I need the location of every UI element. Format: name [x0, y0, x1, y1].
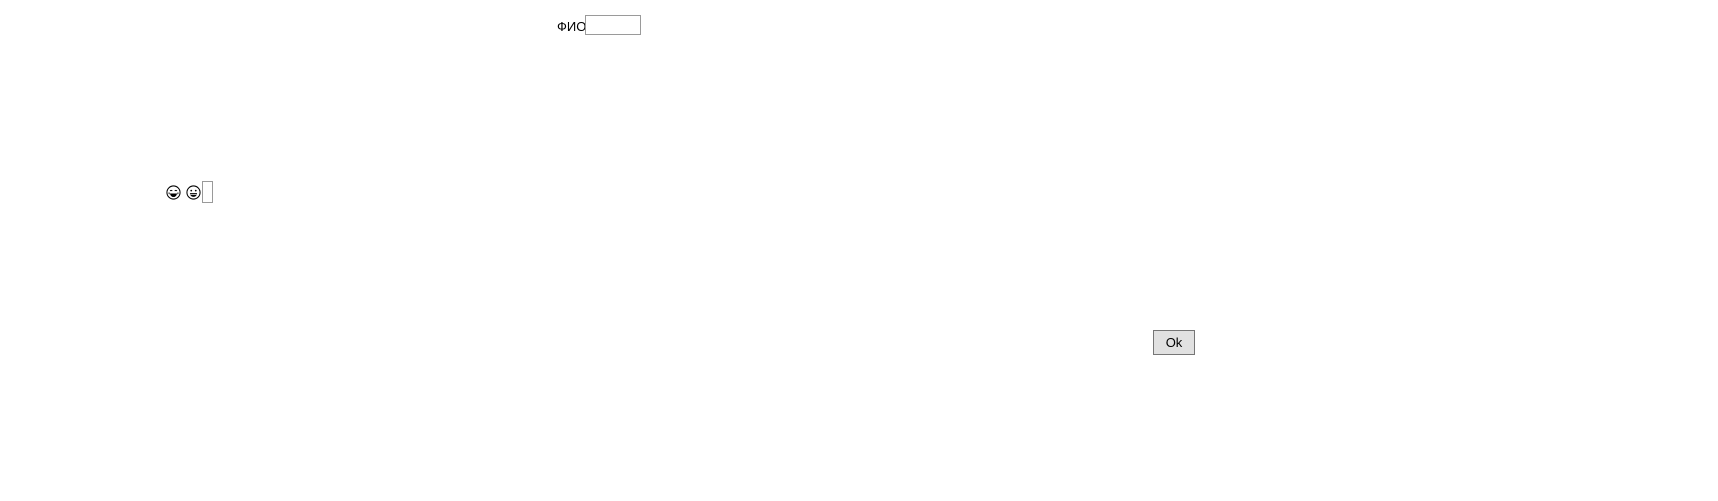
fio-input[interactable] — [585, 15, 641, 35]
emoji-input[interactable] — [202, 181, 213, 203]
emoji-row — [166, 181, 213, 203]
fio-label: ФИО — [557, 19, 587, 34]
grinning-face-icon — [186, 184, 201, 200]
ok-button[interactable]: Ok — [1153, 330, 1195, 355]
grinning-tears-face-icon — [166, 184, 181, 200]
